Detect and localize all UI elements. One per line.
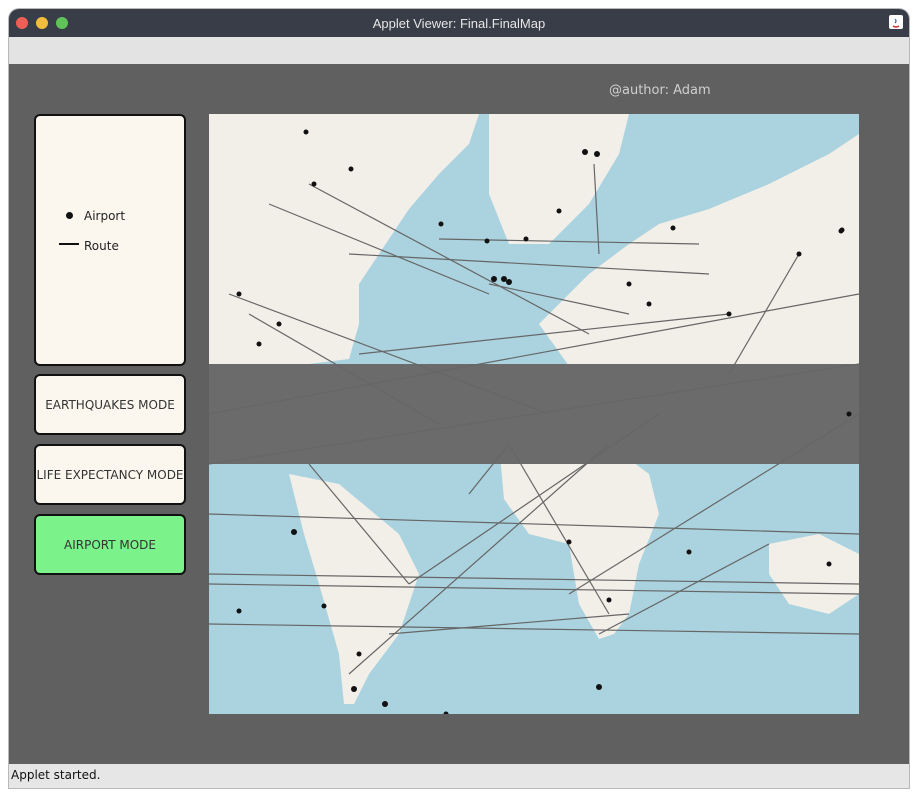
applet-window: Applet Viewer: Final.FinalMap @author: A… [9, 9, 909, 788]
world-map[interactable] [209, 114, 859, 714]
maximize-window-button[interactable] [56, 17, 68, 29]
title-bar: Applet Viewer: Final.FinalMap [9, 9, 909, 37]
status-bar: Applet started. [9, 764, 909, 788]
close-window-button[interactable] [16, 17, 28, 29]
route-legend-icon [59, 243, 79, 245]
author-label: @author: Adam [609, 83, 711, 98]
earthquakes-mode-button[interactable]: EARTHQUAKES MODE [34, 374, 186, 435]
applet-menu-bar[interactable] [9, 37, 909, 64]
minimize-window-button[interactable] [36, 17, 48, 29]
applet-canvas: @author: Adam Airport Route EARTHQUAKES … [9, 64, 909, 764]
legend-panel: Airport Route [34, 114, 186, 366]
airport-mode-button[interactable]: AIRPORT MODE [34, 514, 186, 575]
window-title: Applet Viewer: Final.FinalMap [372, 15, 546, 31]
route-legend-label: Route [84, 239, 119, 253]
airport-legend-label: Airport [84, 209, 126, 223]
airport-legend-icon [66, 212, 73, 219]
life-expectancy-mode-button[interactable]: LIFE EXPECTANCY MODE [34, 444, 186, 505]
status-text: Applet started. [11, 768, 101, 782]
java-icon [889, 15, 903, 29]
